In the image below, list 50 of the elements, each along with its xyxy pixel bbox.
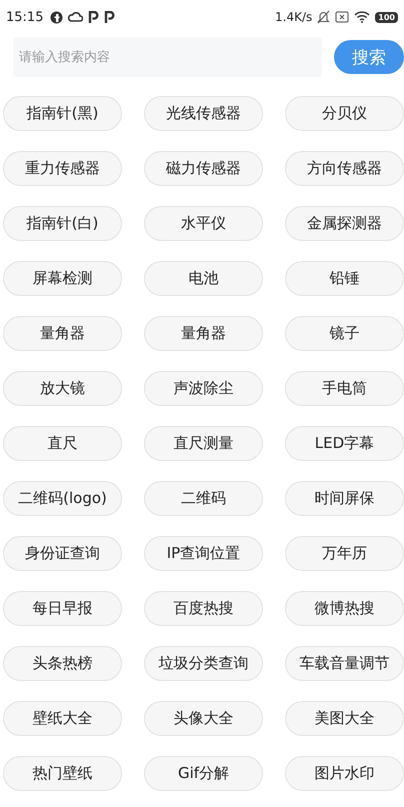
tool-button[interactable]: 光线传感器 [144,96,263,131]
tool-button[interactable]: 重力传感器 [3,151,122,186]
search-field[interactable]: 请输入搜索内容 [13,37,322,77]
tool-button[interactable]: 金属探测器 [285,206,404,241]
network-speed: 1.4K/s [275,10,312,24]
tool-button[interactable]: IP查询位置 [144,536,263,571]
tool-button[interactable]: 万年历 [285,536,404,571]
tool-button[interactable]: 微博热搜 [285,591,404,626]
tool-button[interactable]: 身份证查询 [3,536,122,571]
tool-button[interactable]: 放大镜 [3,371,122,406]
sim-icon [335,11,350,23]
cloud-icon [68,11,84,23]
tool-button[interactable]: 每日早报 [3,591,122,626]
tool-button[interactable]: 量角器 [3,316,122,351]
tool-button[interactable]: 热门壁纸 [3,756,122,791]
tool-button[interactable]: 镜子 [285,316,404,351]
tool-button[interactable]: 壁纸大全 [3,701,122,736]
app-notification-icon [50,10,64,24]
tool-button[interactable]: 图片水印 [285,756,404,791]
p-letter-icon [88,10,100,24]
tool-button[interactable]: 直尺测量 [144,426,263,461]
tool-button[interactable]: 车载音量调节 [285,646,404,681]
tool-button[interactable]: 屏幕检测 [3,261,122,296]
wifi-icon [354,11,370,23]
tool-button[interactable]: 时间屏保 [285,481,404,516]
tool-button[interactable]: 直尺 [3,426,122,461]
tool-button[interactable]: 二维码 [144,481,263,516]
tool-button[interactable]: 电池 [144,261,263,296]
tool-button[interactable]: 头条热榜 [3,646,122,681]
tool-button[interactable]: 垃圾分类查询 [144,646,263,681]
tool-button[interactable]: 水平仪 [144,206,263,241]
tool-button[interactable]: 美图大全 [285,701,404,736]
tool-button[interactable]: Gif分解 [144,756,263,791]
tool-button[interactable]: 指南针(白) [3,206,122,241]
tool-button[interactable]: LED字幕 [285,426,404,461]
tool-button[interactable]: 百度热搜 [144,591,263,626]
tool-button[interactable]: 声波除尘 [144,371,263,406]
tool-button[interactable]: 二维码(logo) [3,481,122,516]
tool-button[interactable]: 分贝仪 [285,96,404,131]
tool-button[interactable]: 头像大全 [144,701,263,736]
tool-button[interactable]: 磁力传感器 [144,151,263,186]
battery-indicator: 100 [375,12,398,22]
tool-button[interactable]: 方向传感器 [285,151,404,186]
status-time: 15:15 [6,10,44,24]
p-letter-icon [104,10,116,24]
tool-button[interactable]: 量角器 [144,316,263,351]
bell-off-icon [317,10,330,24]
tool-button[interactable]: 铅锤 [285,261,404,296]
tool-button[interactable]: 指南针(黑) [3,96,122,131]
tool-button[interactable]: 手电筒 [285,371,404,406]
